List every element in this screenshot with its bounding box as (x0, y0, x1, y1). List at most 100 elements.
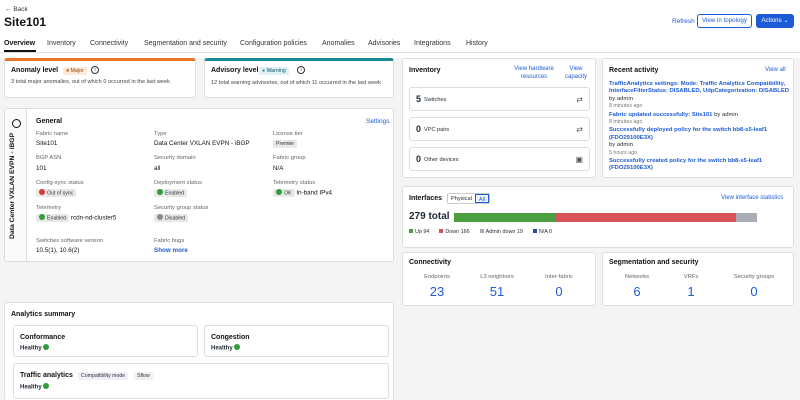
connectivity-title: Connectivity (409, 259, 452, 266)
view-interface-statistics-link[interactable]: View interface statistics (721, 195, 783, 201)
filter-all[interactable]: All (474, 194, 490, 203)
tab-advisories[interactable]: Advisories (368, 40, 400, 47)
activity-item[interactable]: TrafficAnalytics settings: Mode: Traffic… (609, 81, 789, 111)
chevron-down-icon: ⌄ (783, 17, 789, 24)
legend-admin-down: Admin down 19 (479, 229, 523, 235)
tab-overview[interactable]: Overview (4, 40, 35, 47)
license-tier-label: License tier (273, 131, 303, 137)
device-icon: ▣ (575, 155, 583, 164)
deployment-status-label: Deployment status (154, 180, 203, 186)
inventory-card: Inventory View hardware resources View c… (402, 58, 596, 178)
license-tier-badge: Premier (273, 140, 298, 148)
tab-divider (0, 52, 800, 53)
config-sync-label: Config-sync status (36, 180, 84, 186)
tab-history[interactable]: History (466, 40, 488, 47)
interfaces-status-bar (454, 213, 757, 222)
inventory-item-vpc-pairs[interactable]: 0 VPC pairs ⇄ (409, 117, 590, 141)
vpc-pair-icon: ⇄ (576, 125, 583, 134)
activity-item[interactable]: Fabric updated successfully: Site101 by … (609, 112, 789, 127)
check-icon (43, 344, 50, 350)
view-capacity-link[interactable]: View capacity (561, 66, 591, 81)
fabric-type-vertical-label: Data Center VXLAN EVPN - iBGP (9, 132, 16, 239)
fabric-group-value: N/A (273, 165, 284, 172)
anomaly-level-title: Anomaly level (11, 67, 59, 74)
congestion-card[interactable]: Congestion Healthy (204, 325, 389, 357)
advisory-level-badge: ● Warning (259, 67, 289, 75)
interfaces-bar-segment[interactable] (556, 213, 737, 222)
advisory-level-card[interactable]: Advisory level ● Warning i 12 total warn… (204, 58, 394, 98)
traffic-analytics-status: Healthy (20, 383, 51, 391)
advisory-description: 12 total warning advisories, out of whic… (211, 80, 381, 86)
filter-physical[interactable]: Physical (448, 194, 475, 203)
analytics-summary-title: Analytics summary (11, 311, 76, 318)
telemetry-enabled-badge: Enabled (36, 214, 70, 223)
traffic-analytics-card[interactable]: Traffic analytics Compatibility mode Sfl… (13, 363, 389, 399)
fabric-name-value: Site101 (36, 140, 58, 147)
tab-integrations[interactable]: Integrations (414, 40, 451, 47)
security-groups-label: Security groups (733, 274, 775, 280)
l3-neighbors-value[interactable]: 51 (475, 284, 519, 299)
page-title: Site101 (4, 15, 47, 29)
fabric-side-tab[interactable]: Data Center VXLAN EVPN - iBGP (5, 109, 27, 261)
conformance-title: Conformance (20, 334, 66, 341)
check-icon (276, 189, 282, 195)
interfaces-total: 279 total (409, 211, 450, 222)
activity-item[interactable]: Successfully created policy for the swit… (609, 158, 789, 173)
inter-fabric-label: Inter-fabric (545, 274, 573, 280)
deployment-status-badge: Enabled (154, 189, 188, 198)
interfaces-bar-segment[interactable] (454, 213, 557, 222)
congestion-status: Healthy (211, 344, 242, 352)
anomaly-description: 3 total major anomalies, out of which 0 … (11, 79, 170, 85)
actions-button[interactable]: Actions ⌄ (756, 14, 794, 28)
bgp-asn-value: 101 (36, 165, 47, 172)
endpoints-value[interactable]: 23 (415, 284, 459, 299)
other-devices-label: Other devices (424, 157, 459, 163)
telemetry-ok-badge: OK (273, 189, 295, 198)
congestion-title: Congestion (211, 334, 250, 341)
tab-inventory[interactable]: Inventory (47, 40, 76, 47)
networks-value[interactable]: 6 (615, 284, 659, 299)
segmentation-title: Segmentation and security (609, 259, 699, 266)
tab-configuration-policies[interactable]: Configuration policies (240, 40, 307, 47)
inventory-item-other-devices[interactable]: 0 Other devices ▣ (409, 147, 590, 171)
switches-software-label: Switches software version (36, 238, 104, 244)
tab-connectivity[interactable]: Connectivity (90, 40, 128, 47)
fabric-group-label: Fabric group (273, 155, 306, 161)
security-groups-value[interactable]: 0 (732, 284, 776, 299)
inter-fabric-value[interactable]: 0 (537, 284, 581, 299)
tab-anomalies[interactable]: Anomalies (322, 40, 355, 47)
activity-item[interactable]: Successfully deployed policy for the swi… (609, 127, 789, 157)
security-domain-label: Security domain (154, 155, 196, 161)
anomaly-level-card[interactable]: Anomaly level ■ Major i 3 total major an… (4, 58, 196, 98)
view-all-link[interactable]: View all (765, 67, 786, 73)
refresh-link[interactable]: Refresh (672, 18, 695, 25)
info-icon[interactable]: i (91, 66, 99, 74)
fabric-bugs-show-more-link[interactable]: Show more (154, 247, 188, 254)
legend-up: Up 94 (409, 229, 429, 235)
segmentation-card: Segmentation and security Networks 6 VRF… (602, 252, 794, 306)
warning-square-icon: ■ (66, 68, 70, 74)
general-title: General (36, 118, 63, 125)
activity-list: TrafficAnalytics settings: Mode: Traffic… (609, 81, 789, 174)
conformance-card[interactable]: Conformance Healthy (13, 325, 198, 357)
settings-link[interactable]: Settings (366, 118, 390, 125)
top-bar: ← Back Site101 Refresh View in topology … (0, 0, 800, 58)
telemetry-status-label: Telemetry status (273, 180, 316, 186)
view-in-topology-button[interactable]: View in topology (697, 14, 752, 28)
back-link[interactable]: ← Back (5, 6, 28, 13)
security-group-status-label: Security group status (154, 205, 209, 211)
interfaces-bar-segment[interactable] (736, 213, 757, 222)
check-icon (39, 214, 45, 220)
vrfs-value[interactable]: 1 (669, 284, 713, 299)
interfaces-filter-toggle: Physical All (447, 193, 491, 204)
inventory-item-switches[interactable]: 5 Switches ⇄ (409, 87, 590, 111)
vpc-pairs-count: 0 (416, 124, 422, 134)
other-devices-count: 0 (416, 154, 422, 164)
tab-segmentation[interactable]: Segmentation and security (144, 40, 227, 47)
info-icon[interactable]: i (297, 66, 305, 74)
interfaces-title: Interfaces (409, 195, 443, 202)
security-domain-value: all (154, 165, 161, 172)
recent-activity-card: Recent activity View all TrafficAnalytic… (602, 58, 794, 178)
type-label: Type (154, 131, 167, 137)
view-hardware-resources-link[interactable]: View hardware resources (511, 66, 557, 81)
